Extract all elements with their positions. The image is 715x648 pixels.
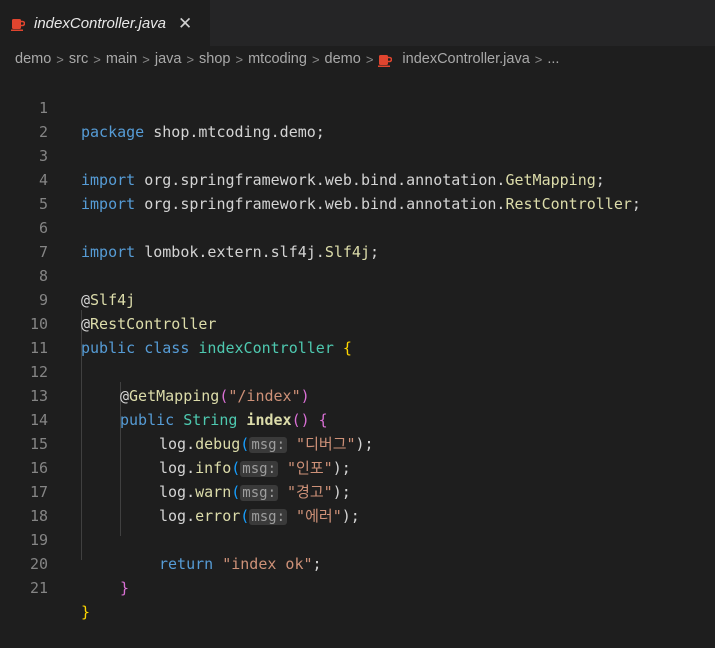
tab-indexcontroller[interactable]: indexController.java ✕ bbox=[0, 0, 210, 46]
breadcrumb-item-shop[interactable]: shop bbox=[199, 51, 230, 67]
chevron-right-icon: > bbox=[365, 51, 374, 67]
breadcrumb-item-main[interactable]: main bbox=[106, 51, 137, 67]
java-file-icon bbox=[378, 55, 393, 67]
breadcrumb-item-demo[interactable]: demo bbox=[15, 51, 51, 67]
code-line: 21 } bbox=[0, 552, 715, 621]
code-line: 10 public class indexController { bbox=[0, 288, 715, 357]
code-line: 15 log.info(msg: "인포"); bbox=[0, 408, 715, 477]
code-line: 14 log.debug(msg: "디버그"); bbox=[0, 384, 715, 453]
code-line: 17 log.error(msg: "에러"); bbox=[0, 456, 715, 525]
breadcrumb-file[interactable]: indexController.java bbox=[402, 51, 529, 67]
code-line: 13 public String index() { bbox=[0, 360, 715, 429]
breadcrumb-item-demo-pkg[interactable]: demo bbox=[325, 51, 361, 67]
chevron-right-icon: > bbox=[142, 51, 150, 67]
code-line: 2 bbox=[0, 96, 715, 141]
code-line: 16 log.warn(msg: "경고"); bbox=[0, 432, 715, 501]
chevron-right-icon: > bbox=[186, 51, 195, 67]
code-line: 3 import org.springframework.web.bind.an… bbox=[0, 120, 715, 189]
chevron-right-icon: > bbox=[534, 51, 543, 67]
breadcrumb-item-java[interactable]: java bbox=[155, 51, 182, 67]
chevron-right-icon: > bbox=[56, 51, 64, 67]
line-number: 21 bbox=[29, 579, 48, 597]
breadcrumb: demo > src > main > java > shop > mtcodi… bbox=[0, 46, 715, 72]
code-editor[interactable]: 1 package shop.mtcoding.demo; 2 3 import… bbox=[0, 72, 715, 621]
code-line: 18 bbox=[0, 480, 715, 525]
code-line: 7 bbox=[0, 216, 715, 261]
java-file-icon bbox=[11, 19, 25, 31]
code-line: 20 } bbox=[0, 528, 715, 597]
breadcrumb-item-mtcoding[interactable]: mtcoding bbox=[248, 51, 307, 67]
code-line: 5 bbox=[0, 168, 715, 213]
code-line: 11 bbox=[0, 312, 715, 357]
code-line: 1 package shop.mtcoding.demo; bbox=[0, 72, 715, 141]
code-line: 19 return "index ok"; bbox=[0, 504, 715, 573]
tab-label: indexController.java bbox=[34, 14, 167, 32]
chevron-right-icon: > bbox=[93, 51, 101, 67]
code-line: 8 @Slf4j bbox=[0, 240, 715, 309]
code-line: 9 @RestController bbox=[0, 264, 715, 333]
close-icon[interactable]: ✕ bbox=[178, 15, 192, 32]
breadcrumb-more[interactable]: ... bbox=[547, 51, 559, 67]
code-line: 4 import org.springframework.web.bind.an… bbox=[0, 144, 715, 213]
code-line: 6 import lombok.extern.slf4j.Slf4j; bbox=[0, 192, 715, 261]
code-line: 12 @GetMapping("/index") bbox=[0, 336, 715, 405]
tab-bar: indexController.java ✕ bbox=[0, 0, 715, 46]
chevron-right-icon: > bbox=[235, 51, 244, 67]
breadcrumb-item-src[interactable]: src bbox=[69, 51, 88, 67]
chevron-right-icon: > bbox=[311, 51, 320, 67]
